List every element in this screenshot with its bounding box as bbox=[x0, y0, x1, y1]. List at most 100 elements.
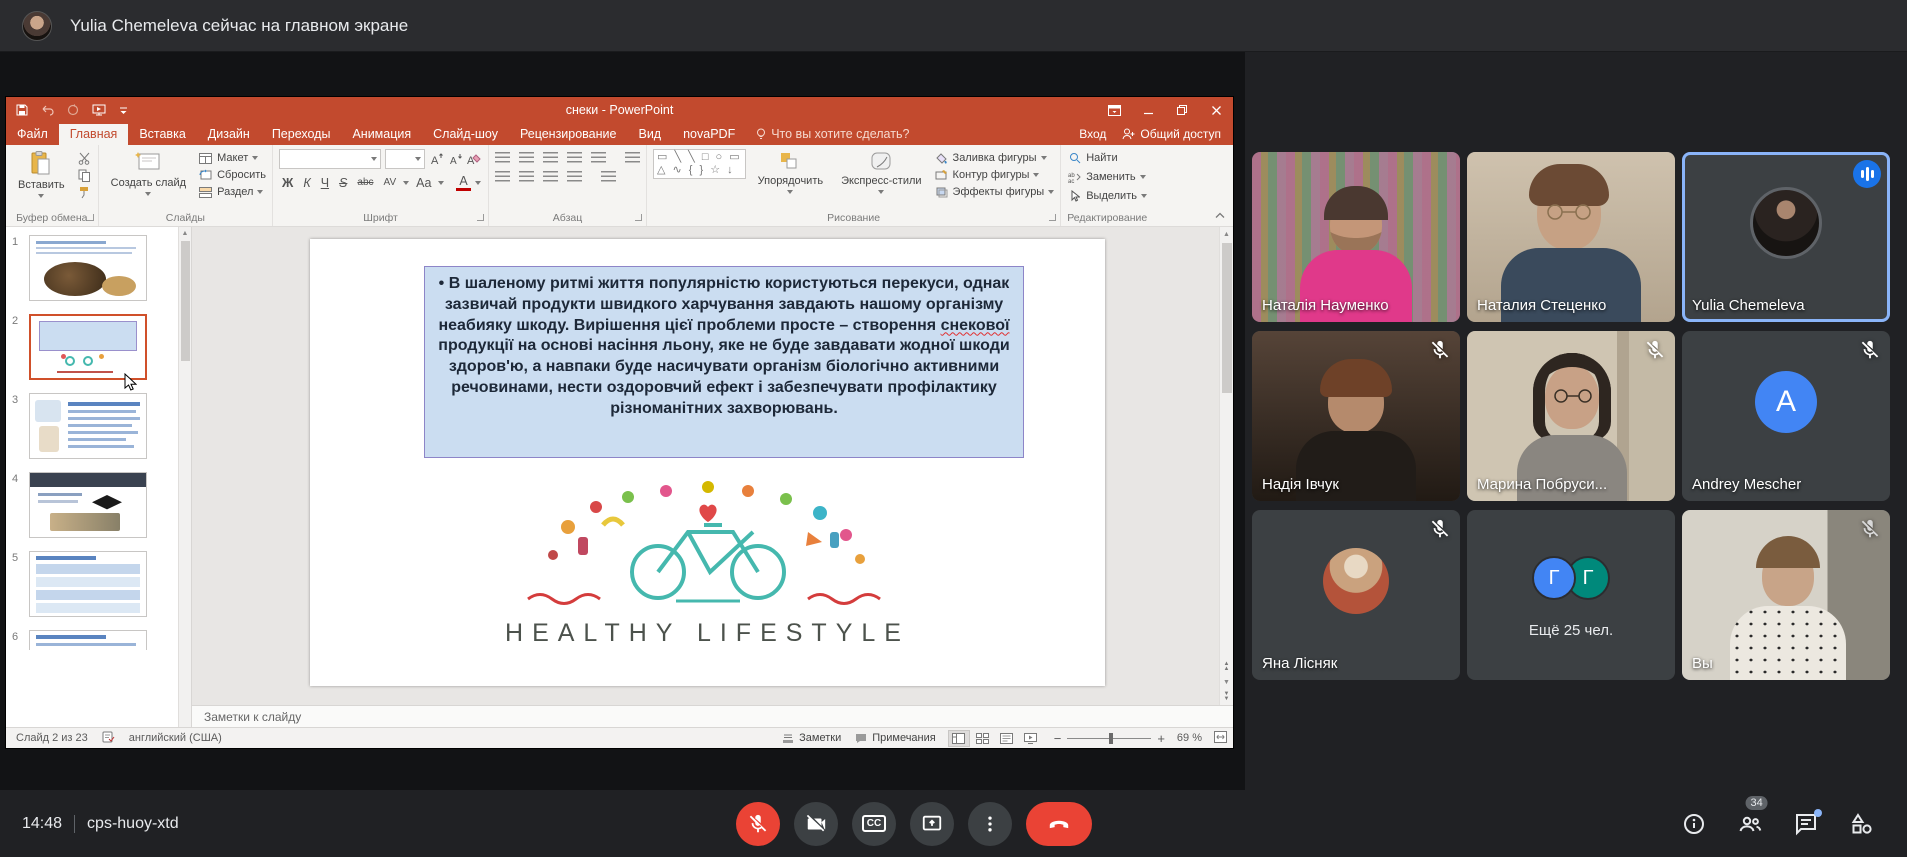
tab-novapdf[interactable]: novaPDF bbox=[672, 124, 746, 145]
tile-marina-pobrusi[interactable]: Марина Побруси... bbox=[1467, 331, 1675, 501]
font-name-combo[interactable] bbox=[279, 149, 381, 169]
canvas-scrollbar[interactable]: ▲ ▲▲ ▼ ▼▼ bbox=[1219, 227, 1233, 705]
tab-slideshow[interactable]: Слайд-шоу bbox=[422, 124, 509, 145]
numbering-icon[interactable] bbox=[519, 152, 534, 163]
zoom-slider-thumb[interactable] bbox=[1109, 733, 1113, 744]
notes-pane[interactable]: Заметки к слайду bbox=[192, 705, 1233, 727]
arrange-button[interactable]: Упорядочить bbox=[752, 149, 829, 196]
tab-home[interactable]: Главная bbox=[59, 124, 129, 145]
slide-text-box[interactable]: • В шаленому ритмі життя популярністю ко… bbox=[424, 266, 1024, 458]
font-color-button[interactable]: А bbox=[456, 174, 470, 191]
sign-in-button[interactable]: Вход bbox=[1079, 127, 1106, 141]
tile-yulia-chemeleva[interactable]: Yulia Chemeleva bbox=[1682, 152, 1890, 322]
bold-button[interactable]: Ж bbox=[279, 176, 296, 190]
notes-toggle[interactable]: Заметки bbox=[780, 731, 841, 745]
previous-slide-button[interactable]: ▲▲ bbox=[1224, 659, 1230, 675]
tile-andrey-mescher[interactable]: A Andrey Mescher bbox=[1682, 331, 1890, 501]
participants-button[interactable]: 34 bbox=[1737, 811, 1763, 837]
normal-view-button[interactable] bbox=[948, 730, 970, 747]
tile-natalia-naumenko[interactable]: Наталія Науменко bbox=[1252, 152, 1460, 322]
tab-design[interactable]: Дизайн bbox=[197, 124, 261, 145]
tab-review[interactable]: Рецензирование bbox=[509, 124, 628, 145]
paragraph-dialog-launcher[interactable] bbox=[635, 214, 642, 221]
camera-toggle-button[interactable] bbox=[794, 802, 838, 846]
align-center-icon[interactable] bbox=[519, 171, 534, 182]
thumbnail-4[interactable]: 4 bbox=[12, 472, 177, 538]
thumbnail-1[interactable]: 1 bbox=[12, 235, 177, 301]
character-spacing-button[interactable]: AV bbox=[381, 177, 400, 188]
tab-insert[interactable]: Вставка bbox=[128, 124, 196, 145]
slideshow-view-button[interactable] bbox=[1020, 730, 1042, 747]
quick-styles-button[interactable]: Экспресс-стили bbox=[835, 149, 927, 196]
justify-icon[interactable] bbox=[567, 171, 582, 182]
shrink-font-icon[interactable]: A bbox=[448, 152, 463, 166]
bullets-icon[interactable] bbox=[495, 152, 510, 163]
shape-outline-button[interactable]: Контур фигуры bbox=[934, 168, 1055, 182]
thumbnail-6[interactable]: 6 bbox=[12, 630, 177, 650]
language-indicator[interactable]: английский (США) bbox=[129, 732, 222, 744]
slide-sorter-view-button[interactable] bbox=[972, 730, 994, 747]
tab-animations[interactable]: Анимация bbox=[341, 124, 422, 145]
spellcheck-icon[interactable] bbox=[102, 731, 115, 746]
tile-yana-lisnyak[interactable]: Яна Лісняк bbox=[1252, 510, 1460, 680]
decrease-indent-icon[interactable] bbox=[543, 152, 558, 163]
present-button[interactable] bbox=[910, 802, 954, 846]
scroll-up-arrow[interactable]: ▲ bbox=[179, 227, 191, 240]
next-slide-button[interactable]: ▼▼ bbox=[1224, 689, 1230, 705]
zoom-in-button[interactable]: + bbox=[1157, 731, 1165, 746]
find-button[interactable]: Найти bbox=[1067, 151, 1147, 165]
captions-button[interactable]: CC bbox=[852, 802, 896, 846]
thumbnail-5[interactable]: 5 bbox=[12, 551, 177, 617]
strikethrough-button[interactable]: S bbox=[336, 176, 350, 190]
tab-file[interactable]: Файл bbox=[6, 124, 59, 145]
fit-to-window-icon[interactable] bbox=[1214, 731, 1227, 746]
close-button[interactable] bbox=[1199, 97, 1233, 123]
tile-more-participants[interactable]: Г Г Ещё 25 чел. bbox=[1467, 510, 1675, 680]
thumbnail-3[interactable]: 3 bbox=[12, 393, 177, 459]
section-button[interactable]: Раздел bbox=[198, 185, 266, 199]
current-slide[interactable]: • В шаленому ритмі життя популярністю ко… bbox=[310, 239, 1105, 686]
reading-view-button[interactable] bbox=[996, 730, 1018, 747]
align-left-icon[interactable] bbox=[495, 171, 510, 182]
replace-button[interactable]: abacЗаменить bbox=[1067, 170, 1147, 184]
copy-icon[interactable] bbox=[77, 168, 92, 182]
tile-natalia-stecenko[interactable]: Наталия Стеценко bbox=[1467, 152, 1675, 322]
tab-transitions[interactable]: Переходы bbox=[261, 124, 342, 145]
shapes-gallery[interactable]: ▭ ╲ ╲ □ ○ ▭ △ ∿ { } ☆ ↓ bbox=[653, 149, 746, 179]
text-direction-icon[interactable] bbox=[625, 152, 640, 163]
tab-view[interactable]: Вид bbox=[627, 124, 672, 145]
text-shadow-button[interactable]: abc bbox=[354, 177, 376, 188]
align-right-icon[interactable] bbox=[543, 171, 558, 182]
font-size-combo[interactable] bbox=[385, 149, 425, 169]
chat-button[interactable] bbox=[1793, 811, 1819, 837]
new-slide-button[interactable]: Создать слайд bbox=[105, 149, 192, 198]
mic-toggle-button[interactable] bbox=[736, 802, 780, 846]
zoom-slider[interactable]: − + bbox=[1054, 731, 1165, 746]
tile-self[interactable]: Вы bbox=[1682, 510, 1890, 680]
grow-font-icon[interactable]: A bbox=[429, 152, 444, 166]
layout-button[interactable]: Макет bbox=[198, 151, 266, 165]
thumbnail-2-selected[interactable]: 2 bbox=[12, 314, 177, 380]
change-case-button[interactable]: Aa bbox=[413, 176, 434, 190]
leave-call-button[interactable] bbox=[1026, 802, 1092, 846]
ribbon-display-options-icon[interactable] bbox=[1097, 97, 1131, 123]
select-button[interactable]: Выделить bbox=[1067, 189, 1147, 203]
thumbnail-scrollbar[interactable]: ▲ bbox=[178, 227, 191, 727]
slide-canvas[interactable]: • В шаленому ритмі життя популярністю ко… bbox=[192, 227, 1233, 705]
activities-button[interactable] bbox=[1849, 811, 1875, 837]
undo-icon[interactable] bbox=[41, 105, 54, 116]
clear-formatting-icon[interactable]: A bbox=[467, 152, 482, 166]
paste-button[interactable]: Вставить bbox=[12, 149, 71, 200]
save-icon[interactable] bbox=[16, 104, 28, 116]
start-slideshow-icon[interactable] bbox=[92, 104, 106, 116]
customize-qat-icon[interactable] bbox=[119, 106, 128, 115]
meeting-details-button[interactable] bbox=[1681, 811, 1707, 837]
line-spacing-icon[interactable] bbox=[591, 152, 606, 163]
tile-nadia-ivchuk[interactable]: Надія Івчук bbox=[1252, 331, 1460, 501]
reset-button[interactable]: Сбросить bbox=[198, 168, 266, 182]
shape-effects-button[interactable]: Эффекты фигуры bbox=[934, 185, 1055, 199]
minimize-button[interactable] bbox=[1131, 97, 1165, 123]
restore-button[interactable] bbox=[1165, 97, 1199, 123]
shape-fill-button[interactable]: Заливка фигуры bbox=[934, 151, 1055, 165]
scroll-up[interactable]: ▲ bbox=[1223, 227, 1230, 241]
